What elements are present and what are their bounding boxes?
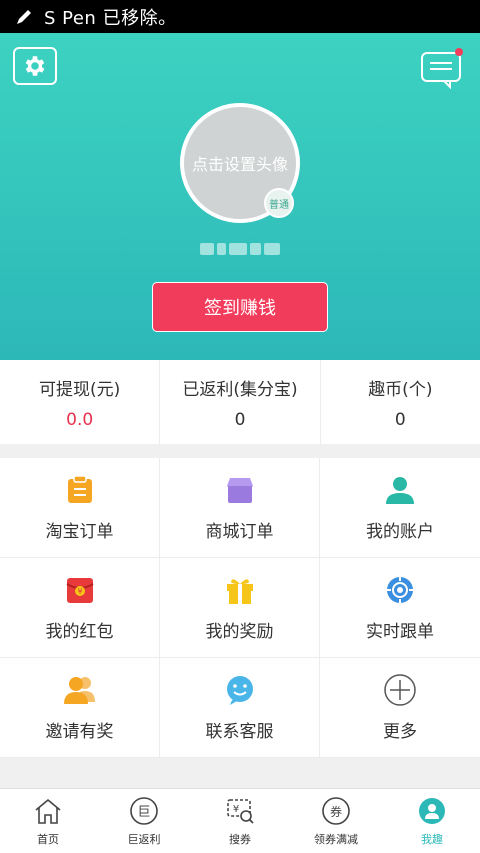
- tab-label: 巨返利: [127, 833, 161, 846]
- red-packet-icon: ¥: [63, 573, 97, 607]
- stat-coins[interactable]: 趣币(个) 0: [321, 360, 480, 444]
- avatar-hint: 点击设置头像: [191, 155, 288, 174]
- account-icon: [383, 473, 417, 507]
- stat-value: 0: [234, 409, 246, 430]
- tab-label: 首页: [37, 833, 59, 846]
- grid-item-tracking[interactable]: 实时跟单: [320, 558, 480, 658]
- home-icon: [32, 795, 64, 827]
- stat-withdrawable[interactable]: 可提现(元) 0.0: [0, 360, 161, 444]
- stats-row: 可提现(元) 0.0 已返利(集分宝) 0 趣币(个) 0: [0, 360, 480, 444]
- tab-rebate[interactable]: 巨 巨返利: [96, 789, 192, 853]
- profile-header: 点击设置头像 普通 签到赚钱: [0, 33, 480, 360]
- search-coupon-icon: ¥: [224, 795, 256, 827]
- coupon-glyph: 券: [330, 804, 342, 819]
- more-icon: [383, 673, 417, 707]
- service-icon: [223, 673, 257, 707]
- pen-icon: [17, 9, 31, 24]
- stat-value: 0: [394, 409, 406, 430]
- grid-item-more[interactable]: 更多: [320, 658, 480, 758]
- tab-home[interactable]: 首页: [0, 789, 96, 853]
- grid-item-invite[interactable]: 邀请有奖: [0, 658, 160, 758]
- tab-label: 搜券: [229, 833, 251, 846]
- search-coupon-glyph: ¥: [233, 804, 239, 815]
- grid-item-label: 更多: [383, 722, 417, 742]
- grid-item-label: 商城订单: [205, 522, 274, 542]
- checkin-button[interactable]: 签到赚钱: [152, 282, 328, 332]
- bottom-tabbar: 首页 巨 巨返利 ¥ 搜券 券 领券满减 我趣: [0, 788, 480, 853]
- messages-button[interactable]: [418, 47, 464, 90]
- invite-icon: [63, 673, 97, 707]
- settings-button[interactable]: [13, 47, 57, 85]
- gear-icon: [25, 56, 45, 76]
- grid-item-reward[interactable]: 我的奖励: [160, 558, 320, 658]
- stat-value: 0.0: [66, 409, 94, 430]
- grid-item-label: 我的红包: [45, 622, 114, 642]
- gift-icon: [223, 573, 257, 607]
- stat-label: 趣币(个): [368, 379, 433, 400]
- status-message: S Pen 已移除。: [44, 7, 177, 29]
- taobao-order-icon: [63, 473, 97, 507]
- feature-grid: 淘宝订单 商城订单 我的账户 ¥ 我的红包 我的奖励 实时跟单 邀请有奖 联系客…: [0, 458, 480, 758]
- grid-item-label: 邀请有奖: [45, 722, 114, 742]
- stat-label: 可提现(元): [39, 379, 121, 400]
- grid-item-red-packet[interactable]: ¥ 我的红包: [0, 558, 160, 658]
- username-blurred: [200, 238, 280, 260]
- svg-text:¥: ¥: [77, 587, 82, 596]
- tab-label: 我趣: [421, 833, 443, 846]
- stat-label: 已返利(集分宝): [182, 379, 298, 400]
- rebate-icon: 巨: [128, 795, 160, 827]
- status-bar: S Pen 已移除。: [0, 0, 480, 33]
- grid-item-account[interactable]: 我的账户: [320, 458, 480, 558]
- grid-item-mall-order[interactable]: 商城订单: [160, 458, 320, 558]
- profile-icon: [416, 795, 448, 827]
- tab-search-coupon[interactable]: ¥ 搜券: [192, 789, 288, 853]
- grid-item-label: 我的奖励: [205, 622, 274, 642]
- level-badge: 普通: [264, 188, 294, 218]
- grid-item-label: 淘宝订单: [45, 522, 114, 542]
- tab-coupon[interactable]: 券 领券满减: [288, 789, 384, 853]
- tab-label: 领券满减: [314, 833, 358, 846]
- grid-item-label: 实时跟单: [366, 622, 434, 642]
- rebate-glyph: 巨: [137, 805, 150, 820]
- grid-item-taobao-order[interactable]: 淘宝订单: [0, 458, 160, 558]
- coupon-icon: 券: [320, 795, 352, 827]
- grid-item-label: 我的账户: [366, 522, 434, 542]
- message-icon: [421, 48, 463, 90]
- mall-order-icon: [223, 473, 257, 507]
- tab-profile[interactable]: 我趣: [384, 789, 480, 853]
- tracking-icon: [383, 573, 417, 607]
- grid-item-label: 联系客服: [205, 722, 274, 742]
- stat-rebated[interactable]: 已返利(集分宝) 0: [160, 360, 321, 444]
- grid-item-service[interactable]: 联系客服: [160, 658, 320, 758]
